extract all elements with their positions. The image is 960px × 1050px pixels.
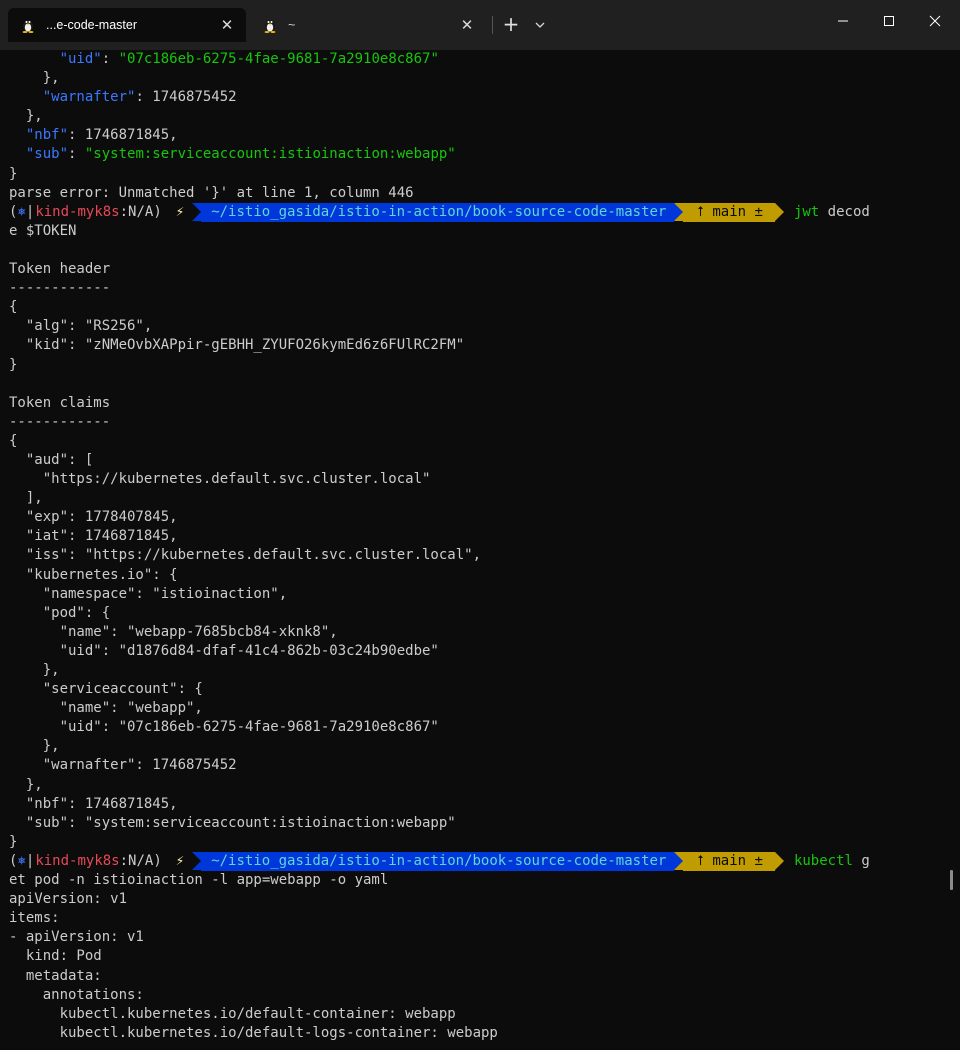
tab-home[interactable]: ~ ✕ bbox=[250, 8, 486, 42]
output-line: "kubernetes.io": { bbox=[9, 566, 178, 583]
output-line: kind: Pod bbox=[9, 948, 102, 965]
output-line: }, bbox=[9, 776, 43, 793]
output-line: { bbox=[9, 299, 18, 316]
output-line: } bbox=[9, 833, 18, 850]
output-line: "name": "webapp-7685bcb84-xknk8", bbox=[9, 623, 338, 640]
output-line: }, bbox=[9, 662, 60, 678]
powerline-separator bbox=[774, 203, 784, 222]
new-tab-plus-icon[interactable]: + bbox=[500, 12, 522, 38]
kube-context: kind-myk8s bbox=[35, 203, 120, 220]
output-line: "alg": "RS256", bbox=[9, 318, 153, 335]
output-line: "uid": "07c186eb-6275-4fae-9681-7a2910e8… bbox=[59, 51, 439, 67]
prompt-path: ~/istio_gasida/istio-in-action/book-sour… bbox=[201, 202, 675, 222]
output-line: "name": "webapp", bbox=[9, 700, 203, 717]
output-line: { bbox=[9, 432, 18, 449]
linux-tux-icon bbox=[22, 20, 34, 33]
output-line: kubectl.kubernetes.io/default-container:… bbox=[9, 1005, 456, 1022]
powerline-separator bbox=[674, 852, 684, 871]
title-bar: ...e-code-master ✕ ~ ✕ + bbox=[0, 0, 960, 50]
output-line: metadata: bbox=[9, 967, 102, 984]
kube-namespace: :N/A bbox=[119, 203, 154, 220]
git-branch: ⭡ main ± bbox=[683, 202, 775, 222]
command-wrap: et pod -n istioinaction -l app=webapp -o… bbox=[9, 872, 389, 889]
output-line: - apiVersion: v1 bbox=[9, 929, 144, 946]
output-line: "nbf": 1746871845, bbox=[9, 795, 178, 812]
output-line: "uid": "07c186eb-6275-4fae-9681-7a2910e8… bbox=[9, 719, 439, 736]
close-tab-icon[interactable]: ✕ bbox=[218, 16, 236, 34]
linux-tux-icon bbox=[264, 20, 276, 33]
command-wrap: e $TOKEN bbox=[9, 222, 77, 239]
tab-divider bbox=[492, 16, 493, 34]
powerline-separator bbox=[192, 852, 202, 871]
output-line: "serviceaccount": { bbox=[9, 681, 203, 698]
kubernetes-icon: ⎈ bbox=[17, 852, 26, 869]
output-line: "uid": "d1876d84-dfaf-41c4-862b-03c24b90… bbox=[9, 642, 439, 659]
output-line: Token claims bbox=[9, 394, 111, 411]
command-name: kubectl bbox=[793, 852, 853, 869]
git-branch: ⭡ main ± bbox=[683, 851, 775, 871]
output-line: "sub": "system:serviceaccount:istioinact… bbox=[9, 814, 456, 831]
shell-prompt: (⎈ | kind-myk8s:N/A) ⚡ ~/istio_gasida/isti… bbox=[9, 202, 954, 222]
output-line: "aud": [ bbox=[9, 451, 94, 468]
output-line: }, bbox=[9, 738, 60, 755]
tab-label: ...e-code-master bbox=[46, 18, 138, 32]
close-window-icon[interactable] bbox=[912, 0, 958, 42]
close-tab-icon[interactable]: ✕ bbox=[458, 16, 476, 34]
kubernetes-icon: ⎈ bbox=[17, 203, 26, 220]
output-line: "namespace": "istioinaction", bbox=[9, 585, 288, 602]
output-line: "pod": { bbox=[9, 604, 111, 621]
output-line: "warnafter": 1746875452 bbox=[9, 757, 237, 774]
output-line: "warnafter": 1746875452 bbox=[42, 89, 237, 106]
prompt-path: ~/istio_gasida/istio-in-action/book-sour… bbox=[201, 851, 675, 871]
output-line: ------------ bbox=[9, 413, 111, 430]
output-line: Token header bbox=[9, 261, 111, 278]
output-line: "sub": "system:serviceaccount:istioinact… bbox=[25, 146, 456, 163]
output-line: "nbf": 1746871845, bbox=[25, 127, 178, 144]
scrollbar-thumb[interactable] bbox=[950, 870, 953, 890]
output-line: kubectl.kubernetes.io/default-logs-conta… bbox=[9, 1024, 498, 1041]
output-line: } bbox=[9, 356, 18, 373]
output-line: }, bbox=[25, 108, 43, 125]
powerline-separator bbox=[192, 203, 202, 222]
output-line: ------------ bbox=[9, 280, 111, 297]
kubectl-yaml-output: apiVersion: v1 items: - apiVersion: v1 kin… bbox=[9, 890, 954, 1043]
lightning-icon: ⚡ bbox=[175, 852, 185, 869]
kube-context: kind-myk8s bbox=[35, 852, 120, 869]
shell-prompt: (⎈ | kind-myk8s:N/A) ⚡ ~/istio_gasida/isti… bbox=[9, 851, 954, 871]
output-line: "https://kubernetes.default.svc.cluster.… bbox=[9, 471, 431, 488]
output-line: apiVersion: v1 bbox=[9, 891, 128, 908]
minimize-icon[interactable] bbox=[820, 0, 866, 42]
lightning-icon: ⚡ bbox=[175, 203, 185, 220]
output-line: "iat": 1746871845, bbox=[9, 528, 178, 545]
tab-code-master[interactable]: ...e-code-master ✕ bbox=[8, 8, 246, 42]
output-line: "exp": 1778407845, bbox=[9, 509, 178, 526]
command-name: jwt bbox=[793, 203, 820, 220]
jwt-decoded-output: Token header ------------ { "alg": "RS256"… bbox=[9, 241, 954, 852]
output-line: "iss": "https://kubernetes.default.svc.c… bbox=[9, 547, 482, 564]
parse-error-line: parse error: Unmatched '}' at line 1, co… bbox=[9, 184, 414, 201]
output-line: ], bbox=[9, 490, 43, 507]
kube-namespace: :N/A bbox=[119, 852, 154, 869]
powerline-separator bbox=[674, 203, 684, 222]
tab-label: ~ bbox=[288, 18, 296, 32]
output-line: annotations: bbox=[9, 986, 144, 1003]
output-line: items: bbox=[9, 910, 60, 927]
powerline-separator bbox=[774, 852, 784, 871]
maximize-icon[interactable] bbox=[866, 0, 912, 42]
terminal-output[interactable]: "uid": "07c186eb-6275-4fae-9681-7a2910e8… bbox=[9, 50, 954, 1043]
output-line: "kid": "zNMeOvbXAPpir-gEBHH_ZYUFO26kymEd… bbox=[9, 337, 465, 354]
chevron-down-icon[interactable] bbox=[530, 12, 550, 38]
output-line: } bbox=[9, 165, 18, 182]
output-line: }, bbox=[42, 70, 60, 87]
